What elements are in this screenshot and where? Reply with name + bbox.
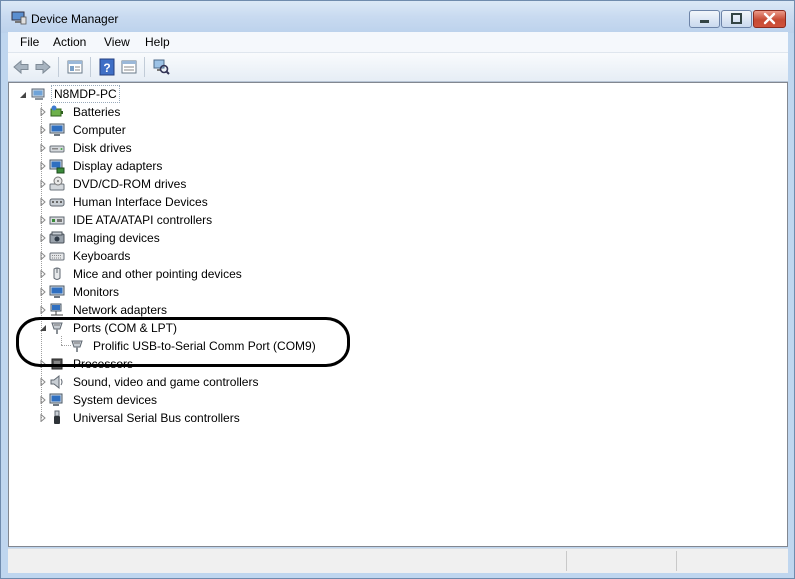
status-divider (566, 551, 567, 571)
monitor-icon (49, 123, 65, 136)
tree-item-label[interactable]: Human Interface Devices (73, 194, 208, 210)
toolbar-separator (58, 57, 59, 77)
menu-action[interactable]: Action (53, 35, 86, 49)
expand-arrow-icon[interactable] (39, 108, 47, 116)
tree-item-label[interactable]: Universal Serial Bus controllers (73, 410, 240, 426)
expand-arrow-icon[interactable] (39, 234, 47, 242)
annotation-ellipse (16, 317, 350, 367)
tree-root-label[interactable]: N8MDP-PC (51, 85, 120, 103)
scan-hardware-icon[interactable] (152, 58, 170, 76)
toolbar-separator (144, 57, 145, 77)
forward-arrow-icon[interactable] (34, 58, 52, 76)
tree-item-label[interactable]: Monitors (73, 284, 119, 300)
expand-arrow-icon[interactable] (39, 396, 47, 404)
tree-item[interactable]: Keyboards (9, 247, 609, 265)
tree-item-label[interactable]: Keyboards (73, 248, 130, 264)
help-icon[interactable]: ? (98, 58, 116, 76)
maximize-button[interactable] (721, 10, 752, 28)
sound-icon (50, 374, 63, 390)
status-bar (8, 548, 788, 573)
expand-arrow-icon[interactable] (39, 270, 47, 278)
network-adapter-icon (50, 303, 63, 316)
battery-icon (50, 105, 63, 117)
tree-item[interactable]: Disk drives (9, 139, 609, 157)
mouse-icon (53, 267, 61, 280)
tree-item-label[interactable]: DVD/CD-ROM drives (73, 176, 186, 192)
close-icon (763, 12, 776, 25)
hid-icon (49, 198, 65, 207)
tree-item[interactable]: Display adapters (9, 157, 609, 175)
expand-arrow-icon[interactable] (39, 198, 47, 206)
expand-arrow-icon[interactable] (39, 288, 47, 296)
menu-bar: File Action View Help (8, 32, 788, 53)
close-button[interactable] (753, 10, 786, 28)
tree-item-label[interactable]: Sound, video and game controllers (73, 374, 258, 390)
monitor-icon (49, 285, 65, 298)
tree-item[interactable]: Imaging devices (9, 229, 609, 247)
keyboard-icon (49, 252, 65, 261)
expand-arrow-icon[interactable] (39, 126, 47, 134)
expand-arrow-icon[interactable] (39, 306, 47, 314)
menu-help[interactable]: Help (145, 35, 170, 49)
tree-item[interactable]: Sound, video and game controllers (9, 373, 609, 391)
disk-drive-icon (49, 145, 65, 153)
tree-item-label[interactable]: Mice and other pointing devices (73, 266, 242, 282)
tree-item-label[interactable]: Batteries (73, 104, 120, 120)
device-manager-window: Device Manager File Action View Help ? N… (0, 0, 795, 579)
tree-item[interactable]: Mice and other pointing devices (9, 265, 609, 283)
properties-icon[interactable] (66, 58, 84, 76)
tree-item[interactable]: Universal Serial Bus controllers (9, 409, 609, 427)
menu-file[interactable]: File (20, 35, 39, 49)
expand-arrow-icon[interactable] (39, 414, 47, 422)
imaging-icon (49, 231, 65, 244)
expand-arrow-icon[interactable] (39, 216, 47, 224)
tree-item-label[interactable]: IDE ATA/ATAPI controllers (73, 212, 212, 228)
tree-item-label[interactable]: Network adapters (73, 302, 167, 318)
tree-root[interactable]: N8MDP-PC (9, 85, 409, 103)
tree-item[interactable]: Computer (9, 121, 609, 139)
tree-item-label[interactable]: Display adapters (73, 158, 162, 174)
expand-arrow-icon[interactable] (39, 378, 47, 386)
expand-arrow-icon[interactable] (39, 252, 47, 260)
ide-controller-icon (49, 216, 65, 225)
svg-text:?: ? (103, 61, 110, 75)
maximize-icon (731, 13, 742, 24)
tree-item-label[interactable]: Computer (73, 122, 126, 138)
collapse-arrow-icon[interactable] (19, 91, 27, 99)
toolbar: ? (8, 53, 788, 82)
expand-arrow-icon[interactable] (39, 144, 47, 152)
toolbar-separator (90, 57, 91, 77)
dvd-drive-icon (49, 176, 65, 191)
display-adapter-icon (49, 159, 65, 174)
show-hidden-icon[interactable] (120, 58, 138, 76)
tree-item[interactable]: DVD/CD-ROM drives (9, 175, 609, 193)
tree-item-label[interactable]: Imaging devices (73, 230, 160, 246)
back-arrow-icon[interactable] (12, 58, 30, 76)
device-manager-icon (11, 11, 27, 25)
title-bar[interactable]: Device Manager (1, 1, 794, 33)
tree-item[interactable]: Human Interface Devices (9, 193, 609, 211)
computer-icon (31, 88, 45, 100)
tree-item[interactable]: Monitors (9, 283, 609, 301)
menu-view[interactable]: View (104, 35, 130, 49)
expand-arrow-icon[interactable] (39, 162, 47, 170)
tree-item[interactable]: System devices (9, 391, 609, 409)
device-tree[interactable]: N8MDP-PC Batteries Computer Disk drives Dis… (8, 82, 788, 547)
minimize-button[interactable] (689, 10, 720, 28)
usb-icon (54, 410, 60, 424)
tree-item-label[interactable]: System devices (73, 392, 157, 408)
minimize-icon (700, 20, 709, 23)
expand-arrow-icon[interactable] (39, 180, 47, 188)
status-divider (676, 551, 677, 571)
tree-item[interactable]: IDE ATA/ATAPI controllers (9, 211, 609, 229)
tree-item[interactable]: Batteries (9, 103, 609, 121)
tree-item-label[interactable]: Disk drives (73, 140, 132, 156)
window-title: Device Manager (31, 12, 119, 26)
system-device-icon (49, 393, 63, 406)
